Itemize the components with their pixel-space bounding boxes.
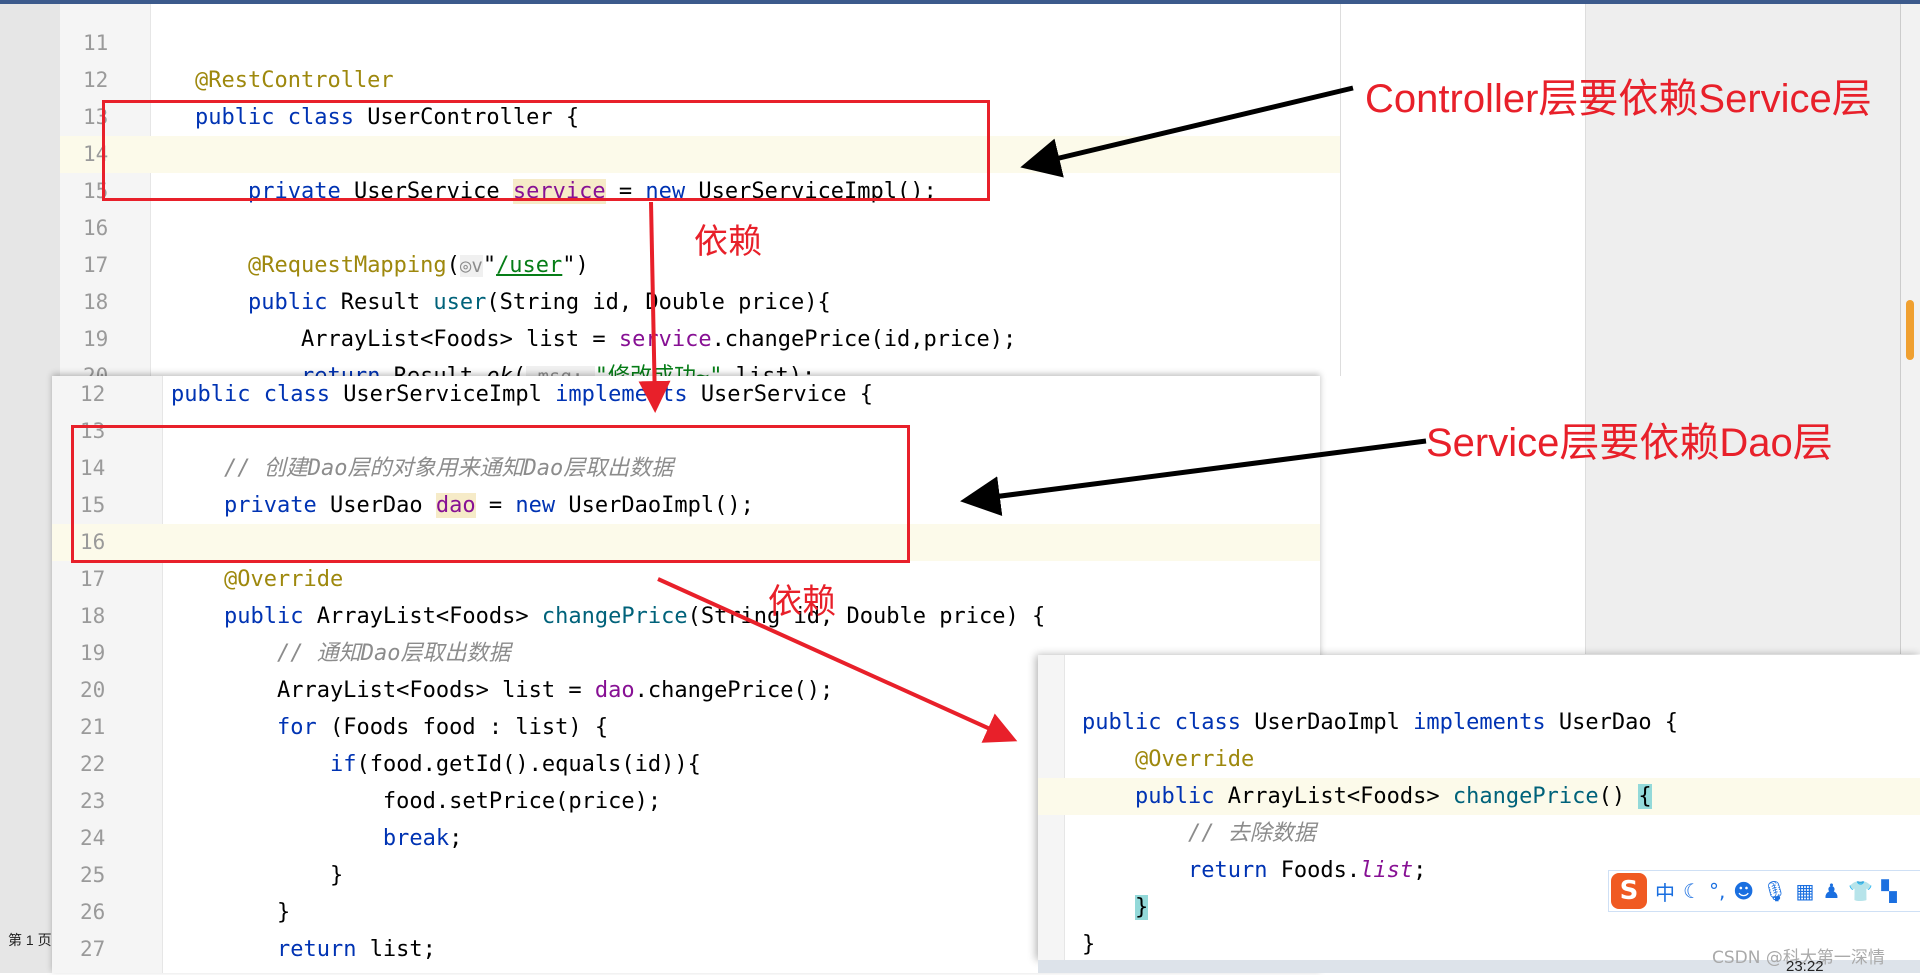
arrow-service-to-dao-field bbox=[960, 438, 1427, 516]
arrows-layer bbox=[638, 85, 1427, 743]
skin-icon[interactable]: 👕 bbox=[1848, 879, 1873, 903]
ime-mode[interactable]: 中 bbox=[1655, 877, 1675, 906]
apps-icon[interactable]: ▚ bbox=[1881, 879, 1896, 903]
keyboard-icon[interactable]: ▦ bbox=[1796, 879, 1815, 903]
emoji-icon[interactable]: ☻ bbox=[1733, 879, 1754, 903]
clock: 23:22 bbox=[1786, 958, 1824, 975]
annotation-controller: Controller层要依赖Service层 bbox=[1365, 77, 1872, 121]
sogou-logo: S bbox=[1611, 873, 1647, 909]
annotation-service: Service层要依赖Dao层 bbox=[1426, 421, 1833, 465]
microphone-icon[interactable]: 🎙 bbox=[1762, 879, 1787, 903]
ime-toolbar[interactable]: S 中 ☾ °, ☻ 🎙 ▦ ♟ 👕 ▚ bbox=[1608, 870, 1920, 912]
arrow-controller-to-service-field bbox=[1020, 85, 1354, 178]
annotation-depend-2: 依赖 bbox=[768, 583, 836, 621]
punctuation-icon[interactable]: °, bbox=[1709, 879, 1725, 903]
user-icon[interactable]: ♟ bbox=[1822, 879, 1840, 903]
arrow-depend-controller-service bbox=[638, 201, 671, 413]
moon-icon[interactable]: ☾ bbox=[1683, 879, 1701, 903]
annotation-depend-1: 依赖 bbox=[694, 223, 762, 261]
